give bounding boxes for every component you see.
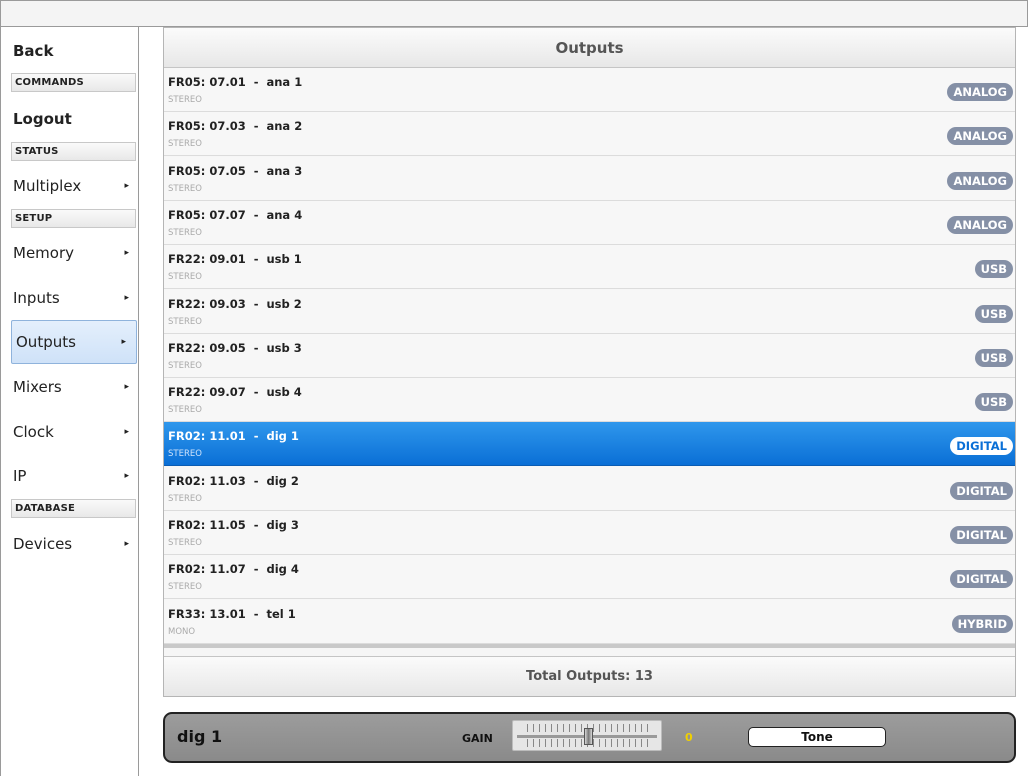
output-channel-type: STEREO bbox=[168, 317, 202, 327]
logout-button[interactable]: Logout bbox=[9, 97, 139, 141]
chevron-right-icon: ▸ bbox=[124, 382, 129, 392]
sidebar-item-clock[interactable]: Clock ▸ bbox=[9, 410, 139, 454]
output-name: FR05: 07.07 - ana 4 bbox=[168, 208, 303, 222]
sidebar-item-mixers[interactable]: Mixers ▸ bbox=[9, 365, 139, 409]
sidebar-item-label: IP bbox=[13, 467, 27, 485]
output-row[interactable]: FR02: 11.03 - dig 2 STEREO DIGITAL bbox=[164, 467, 1015, 511]
channel-control-strip: dig 1 GAIN 0 Tone bbox=[163, 712, 1016, 763]
output-name: FR05: 07.05 - ana 3 bbox=[168, 164, 303, 178]
section-header-status: STATUS bbox=[11, 142, 136, 161]
output-row[interactable]: FR33: 13.01 - tel 1 MONO HYBRID bbox=[164, 600, 1015, 644]
output-name: FR05: 07.03 - ana 2 bbox=[168, 119, 303, 133]
back-button[interactable]: Back bbox=[9, 29, 139, 73]
output-type-badge: ANALOG bbox=[947, 216, 1013, 234]
sidebar-item-outputs[interactable]: Outputs ▸ bbox=[11, 320, 137, 364]
output-type-badge: ANALOG bbox=[947, 83, 1013, 101]
sidebar-item-label: Inputs bbox=[13, 289, 60, 307]
output-type-badge: DIGITAL bbox=[950, 482, 1013, 500]
output-type-badge: DIGITAL bbox=[950, 570, 1013, 588]
chevron-right-icon: ▸ bbox=[121, 337, 126, 347]
outputs-list[interactable]: FR05: 07.01 - ana 1 STEREO ANALOG FR05: 07.… bbox=[164, 68, 1015, 644]
chevron-right-icon: ▸ bbox=[124, 539, 129, 549]
panel-title: Outputs bbox=[164, 28, 1015, 68]
output-name: FR02: 11.03 - dig 2 bbox=[168, 474, 299, 488]
output-channel-type: STEREO bbox=[168, 361, 202, 371]
output-row[interactable]: FR02: 11.01 - dig 1 STEREO DIGITAL bbox=[164, 422, 1015, 466]
output-channel-type: STEREO bbox=[168, 228, 202, 238]
fader-handle[interactable] bbox=[584, 728, 593, 745]
chevron-right-icon: ▸ bbox=[124, 181, 129, 191]
total-outputs: Total Outputs: 13 bbox=[164, 656, 1015, 696]
section-header-setup: SETUP bbox=[11, 209, 136, 228]
output-channel-type: STEREO bbox=[168, 449, 202, 459]
sidebar-item-devices[interactable]: Devices ▸ bbox=[9, 522, 139, 566]
chevron-right-icon: ▸ bbox=[124, 471, 129, 481]
gain-fader[interactable] bbox=[512, 720, 662, 751]
output-channel-type: STEREO bbox=[168, 405, 202, 415]
output-name: FR22: 09.05 - usb 3 bbox=[168, 341, 302, 355]
output-type-badge: DIGITAL bbox=[950, 437, 1013, 455]
section-header-commands: COMMANDS bbox=[11, 73, 136, 92]
output-name: FR33: 13.01 - tel 1 bbox=[168, 607, 296, 621]
outputs-panel: Outputs FR05: 07.01 - ana 1 STEREO ANALOG F… bbox=[163, 27, 1016, 697]
output-row[interactable]: FR05: 07.07 - ana 4 STEREO ANALOG bbox=[164, 201, 1015, 245]
output-name: FR05: 07.01 - ana 1 bbox=[168, 75, 303, 89]
output-type-badge: ANALOG bbox=[947, 172, 1013, 190]
output-row[interactable]: FR05: 07.03 - ana 2 STEREO ANALOG bbox=[164, 112, 1015, 156]
sidebar-item-multiplex[interactable]: Multiplex ▸ bbox=[9, 164, 139, 208]
section-header-database: DATABASE bbox=[11, 499, 136, 518]
gain-label: GAIN bbox=[462, 732, 493, 745]
output-type-badge: USB bbox=[974, 260, 1013, 278]
top-bar bbox=[0, 0, 1028, 27]
channel-name: dig 1 bbox=[177, 727, 223, 746]
output-name: FR22: 09.03 - usb 2 bbox=[168, 297, 302, 311]
chevron-right-icon: ▸ bbox=[124, 427, 129, 437]
output-name: FR02: 11.07 - dig 4 bbox=[168, 562, 299, 576]
sidebar-item-label: Outputs bbox=[16, 333, 76, 351]
left-frame bbox=[0, 27, 9, 776]
sidebar-item-label: Devices bbox=[13, 535, 73, 553]
output-type-badge: HYBRID bbox=[951, 615, 1013, 633]
output-row[interactable]: FR22: 09.01 - usb 1 STEREO USB bbox=[164, 245, 1015, 289]
output-name: FR22: 09.07 - usb 4 bbox=[168, 385, 302, 399]
sidebar-item-inputs[interactable]: Inputs ▸ bbox=[9, 276, 139, 320]
sidebar: Back COMMANDS Logout STATUS Multiplex ▸ … bbox=[9, 27, 139, 776]
output-channel-type: STEREO bbox=[168, 95, 202, 105]
output-type-badge: USB bbox=[974, 349, 1013, 367]
chevron-right-icon: ▸ bbox=[124, 248, 129, 258]
output-row[interactable]: FR02: 11.05 - dig 3 STEREO DIGITAL bbox=[164, 511, 1015, 555]
output-type-badge: DIGITAL bbox=[950, 526, 1013, 544]
output-type-badge: USB bbox=[974, 393, 1013, 411]
sidebar-item-ip[interactable]: IP ▸ bbox=[9, 454, 139, 498]
sidebar-item-label: Mixers bbox=[13, 378, 62, 396]
output-row[interactable]: FR02: 11.07 - dig 4 STEREO DIGITAL bbox=[164, 555, 1015, 599]
output-type-badge: ANALOG bbox=[947, 127, 1013, 145]
app-window: Back COMMANDS Logout STATUS Multiplex ▸ … bbox=[0, 0, 1028, 776]
output-channel-type: STEREO bbox=[168, 582, 202, 592]
list-scrollbar[interactable] bbox=[164, 644, 1015, 648]
output-channel-type: MONO bbox=[168, 627, 196, 637]
output-row[interactable]: FR05: 07.01 - ana 1 STEREO ANALOG bbox=[164, 68, 1015, 112]
output-channel-type: STEREO bbox=[168, 139, 202, 149]
sidebar-item-label: Memory bbox=[13, 244, 75, 262]
output-name: FR22: 09.01 - usb 1 bbox=[168, 252, 302, 266]
output-name: FR02: 11.05 - dig 3 bbox=[168, 518, 299, 532]
output-row[interactable]: FR22: 09.07 - usb 4 STEREO USB bbox=[164, 378, 1015, 422]
output-row[interactable]: FR22: 09.03 - usb 2 STEREO USB bbox=[164, 290, 1015, 334]
output-channel-type: STEREO bbox=[168, 184, 202, 194]
sidebar-item-label: Clock bbox=[13, 423, 54, 441]
output-channel-type: STEREO bbox=[168, 538, 202, 548]
sidebar-item-label: Multiplex bbox=[13, 177, 82, 195]
chevron-right-icon: ▸ bbox=[124, 293, 129, 303]
output-row[interactable]: FR05: 07.05 - ana 3 STEREO ANALOG bbox=[164, 157, 1015, 201]
output-name: FR02: 11.01 - dig 1 bbox=[168, 429, 299, 443]
output-type-badge: USB bbox=[974, 305, 1013, 323]
tone-button[interactable]: Tone bbox=[748, 727, 886, 747]
output-row[interactable]: FR22: 09.05 - usb 3 STEREO USB bbox=[164, 334, 1015, 378]
sidebar-item-memory[interactable]: Memory ▸ bbox=[9, 231, 139, 275]
output-channel-type: STEREO bbox=[168, 272, 202, 282]
gain-value: 0 bbox=[685, 731, 693, 744]
output-channel-type: STEREO bbox=[168, 494, 202, 504]
